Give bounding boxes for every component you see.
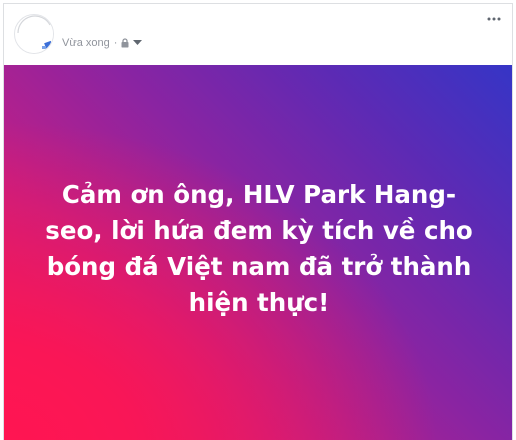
post-meta: Vừa xong · (62, 36, 143, 50)
avatar-image (16, 15, 53, 53)
lock-icon (121, 38, 129, 48)
post-text: Cảm ơn ông, HLV Park Hang-seo, lời hứa đ… (45, 180, 473, 317)
avatar[interactable] (14, 14, 54, 54)
meta-separator: · (113, 37, 118, 49)
timestamp-link[interactable]: Vừa xong (62, 37, 110, 49)
post-header: Vừa xong · (4, 4, 512, 62)
caret-down-icon[interactable] (133, 40, 143, 46)
more-horizontal-icon (487, 17, 501, 21)
more-options-button[interactable] (484, 10, 504, 28)
post-card: Vừa xong · Cảm ơn ông, HLV Park Hang-seo… (3, 3, 513, 440)
colored-background-post: Cảm ơn ông, HLV Park Hang-seo, lời hứa đ… (4, 65, 512, 440)
